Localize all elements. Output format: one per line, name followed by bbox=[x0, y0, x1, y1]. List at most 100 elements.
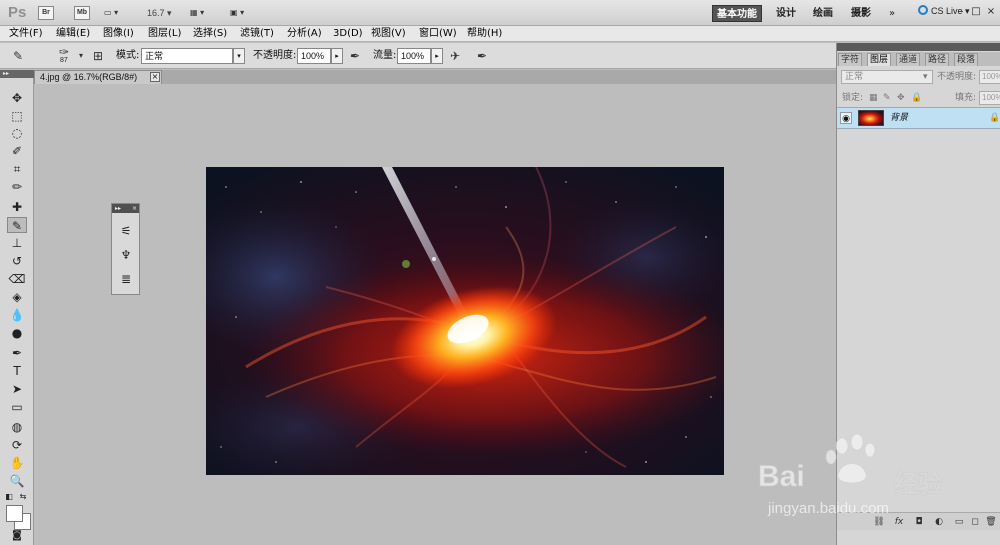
workspace-essentials[interactable]: 基本功能 bbox=[712, 5, 762, 22]
zoom-level-dropdown[interactable]: 16.7 ▾ bbox=[147, 8, 172, 19]
tab-channels[interactable]: 通道 bbox=[896, 53, 921, 66]
fill-input[interactable]: 100% bbox=[979, 91, 1000, 105]
link-layers-icon[interactable]: ⛓ bbox=[873, 516, 885, 528]
foreground-color-swatch[interactable] bbox=[6, 505, 23, 522]
marquee-tool-icon[interactable]: ⬚ bbox=[7, 108, 27, 124]
flow-slider-button[interactable]: ▸ bbox=[431, 48, 443, 64]
3d-orbit-tool-icon[interactable]: ⟳ bbox=[7, 437, 27, 453]
tool-preset-picker[interactable]: ✎ bbox=[10, 48, 26, 64]
adjustment-layer-icon[interactable]: ◐ bbox=[933, 516, 945, 528]
layers-panel-header-bar[interactable] bbox=[837, 43, 1000, 51]
lock-image-icon[interactable]: ✎ bbox=[883, 92, 891, 104]
tab-paragraph[interactable]: 段落 bbox=[954, 53, 979, 66]
menu-window[interactable]: 窗口(W) bbox=[419, 27, 457, 41]
menu-help[interactable]: 帮助(H) bbox=[467, 27, 502, 41]
layer-style-icon[interactable]: fx bbox=[893, 516, 905, 528]
maximize-button[interactable]: □ bbox=[970, 6, 982, 18]
lock-transparent-icon[interactable]: ▦ bbox=[869, 92, 878, 104]
dodge-tool-icon[interactable]: ● bbox=[7, 325, 27, 341]
more-workspaces-button[interactable]: » bbox=[885, 5, 899, 22]
bridge-button[interactable]: Br bbox=[38, 6, 54, 20]
menu-layer[interactable]: 图层(L) bbox=[148, 27, 181, 41]
new-layer-icon[interactable]: ◻ bbox=[969, 516, 981, 528]
brush-size-value: 87 bbox=[60, 57, 68, 64]
arrange-documents-dropdown[interactable]: ▦ bbox=[190, 8, 204, 17]
blend-mode-select[interactable]: 正常 bbox=[841, 70, 933, 84]
menu-select[interactable]: 选择(S) bbox=[193, 27, 227, 41]
shape-tool-icon[interactable]: ▭ bbox=[7, 399, 27, 415]
color-swatches[interactable] bbox=[4, 503, 32, 533]
healing-brush-tool-icon[interactable]: ✚ bbox=[7, 199, 27, 215]
brush-presets-icon[interactable]: ⚟ bbox=[118, 223, 134, 239]
flow-pressure-toggle[interactable]: ✒ bbox=[474, 48, 490, 64]
document-tab[interactable]: 4.jpg @ 16.7%(RGB/8#) bbox=[34, 70, 162, 84]
mode-dropdown-arrow[interactable]: ▾ bbox=[233, 48, 245, 64]
flow-label: 流量: bbox=[373, 50, 397, 61]
brush-preset-dropdown-arrow[interactable]: ▾ bbox=[73, 48, 89, 64]
tab-paths[interactable]: 路径 bbox=[925, 53, 950, 66]
blend-mode-arrow[interactable]: ▾ bbox=[923, 71, 928, 83]
document-canvas[interactable] bbox=[206, 167, 724, 475]
opacity-pressure-toggle[interactable]: ✒ bbox=[347, 48, 363, 64]
history-brush-tool-icon[interactable]: ↺ bbox=[7, 253, 27, 269]
pen-tool-icon[interactable]: ✒ bbox=[7, 345, 27, 361]
menu-view[interactable]: 视图(V) bbox=[371, 27, 406, 41]
blend-row: 正常 ▾ 不透明度: 100% bbox=[837, 67, 1000, 87]
tab-layers[interactable]: 图层 bbox=[867, 53, 892, 66]
opacity-input[interactable]: 100% bbox=[297, 48, 331, 64]
panel-tabs: 字符 图层 通道 路径 段落 bbox=[837, 52, 1000, 66]
eraser-tool-icon[interactable]: ⌫ bbox=[7, 271, 27, 287]
screen-mode-dropdown[interactable]: ▣ bbox=[230, 8, 244, 17]
lock-position-icon[interactable]: ✥ bbox=[897, 92, 905, 104]
lock-all-icon[interactable]: 🔒 bbox=[911, 92, 922, 104]
flow-input[interactable]: 100% bbox=[397, 48, 431, 64]
zoom-tool-icon[interactable]: 🔍 bbox=[7, 473, 27, 489]
crop-tool-icon[interactable]: ⌗ bbox=[7, 161, 27, 177]
move-tool-icon[interactable]: ✥ bbox=[7, 90, 27, 106]
menu-image[interactable]: 图像(I) bbox=[103, 27, 134, 41]
menu-filter[interactable]: 滤镜(T) bbox=[240, 27, 274, 41]
delete-layer-icon[interactable]: 🗑 bbox=[985, 516, 997, 528]
floating-panel-header[interactable]: ▸▸ × bbox=[112, 204, 139, 213]
workspace-painting[interactable]: 绘画 bbox=[809, 5, 837, 22]
layer-mask-icon[interactable]: ◘ bbox=[913, 516, 925, 528]
floating-panel-close-icon[interactable]: × bbox=[132, 204, 139, 213]
layer-opacity-label: 不透明度: bbox=[937, 72, 977, 82]
path-selection-tool-icon[interactable]: ➤ bbox=[7, 381, 27, 397]
mode-select[interactable]: 正常 bbox=[141, 48, 233, 64]
eyedropper-tool-icon[interactable]: ✏ bbox=[7, 179, 27, 195]
paint-bucket-tool-icon[interactable]: ◈ bbox=[7, 289, 27, 305]
lasso-tool-icon[interactable]: ◌ bbox=[7, 125, 27, 141]
airbrush-toggle[interactable]: ✈ bbox=[447, 48, 463, 64]
workspace-design[interactable]: 设计 bbox=[772, 5, 800, 22]
layers-panel-footer: ⛓ fx ◘ ◐ ▭ ◻ 🗑 bbox=[837, 512, 1000, 530]
minimize-button[interactable]: – bbox=[955, 6, 967, 18]
menu-edit[interactable]: 编辑(E) bbox=[56, 27, 90, 41]
view-extras-dropdown[interactable]: ▭ bbox=[104, 8, 118, 17]
quick-selection-tool-icon[interactable]: ✐ bbox=[7, 143, 27, 159]
brush-panel-toggle[interactable]: ⊞ bbox=[90, 48, 106, 64]
tool-presets-icon[interactable]: ≣ bbox=[118, 271, 134, 287]
menu-3d[interactable]: 3D(D) bbox=[333, 27, 363, 41]
close-button[interactable]: × bbox=[985, 6, 997, 18]
clone-source-icon[interactable]: ♆ bbox=[118, 247, 134, 263]
type-tool-icon[interactable]: T bbox=[7, 363, 27, 379]
layer-visibility-eye-icon[interactable]: ◉ bbox=[840, 112, 852, 124]
menu-analysis[interactable]: 分析(A) bbox=[287, 27, 322, 41]
new-group-icon[interactable]: ▭ bbox=[953, 516, 965, 528]
brush-tool-icon-active[interactable]: ✎ bbox=[7, 217, 27, 233]
menu-file[interactable]: 文件(F) bbox=[9, 27, 43, 41]
document-tab-close-button[interactable]: × bbox=[150, 72, 160, 82]
blur-tool-icon[interactable]: 💧 bbox=[7, 307, 27, 323]
brush-tool-icon: ✎ bbox=[12, 49, 24, 63]
layer-row-background[interactable]: ◉ 背景 🔒 bbox=[837, 107, 1000, 129]
toolbox-collapse-toggle[interactable]: ▸▸ bbox=[0, 70, 34, 78]
tab-character[interactable]: 字符 bbox=[838, 53, 863, 66]
opacity-slider-button[interactable]: ▸ bbox=[331, 48, 343, 64]
layer-opacity-input[interactable]: 100% bbox=[979, 70, 1000, 84]
3d-rotate-tool-icon[interactable]: ◍ bbox=[7, 419, 27, 435]
hand-tool-icon[interactable]: ✋ bbox=[7, 455, 27, 471]
clone-stamp-tool-icon[interactable]: ⊥ bbox=[7, 235, 27, 251]
workspace-photography[interactable]: 摄影 bbox=[847, 5, 875, 22]
mini-bridge-button[interactable]: Mb bbox=[74, 6, 90, 20]
